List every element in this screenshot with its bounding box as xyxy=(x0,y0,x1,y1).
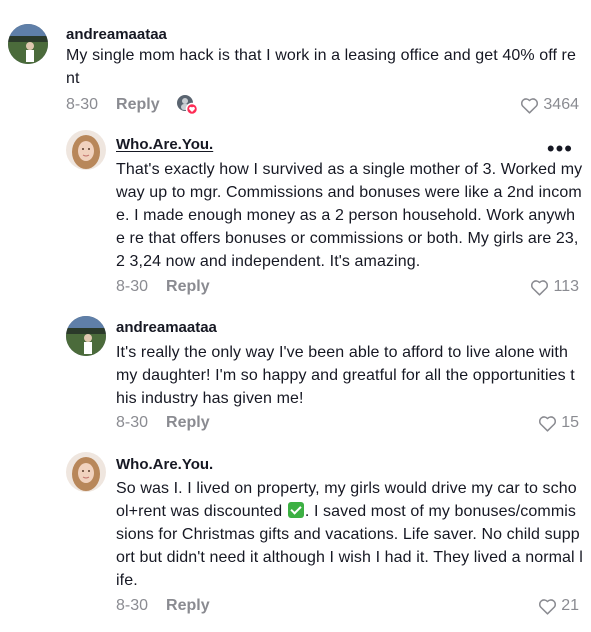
comment-meta: 8-30 Reply xyxy=(116,597,210,615)
comment-date: 8-30 xyxy=(116,278,149,295)
like-button[interactable]: 3464 xyxy=(520,96,579,114)
comment-username[interactable]: andreamaataa xyxy=(116,319,217,337)
creator-liked-icon xyxy=(176,94,199,116)
comment-date: 8-30 xyxy=(66,96,99,113)
comment-text: My single mom hack is that I work in a l… xyxy=(66,47,576,87)
avatar[interactable] xyxy=(66,130,106,170)
more-horizontal-icon[interactable]: ••• xyxy=(547,138,573,160)
like-count: 15 xyxy=(561,414,579,431)
heart-icon xyxy=(539,415,557,432)
avatar[interactable] xyxy=(66,452,106,492)
heart-icon xyxy=(531,279,549,296)
reply-button[interactable]: Reply xyxy=(116,96,160,114)
reply-button[interactable]: Reply xyxy=(166,414,210,432)
like-button[interactable]: 113 xyxy=(530,278,579,296)
like-count: 3464 xyxy=(543,96,579,113)
reply-button[interactable]: Reply xyxy=(166,278,210,296)
comment-text: So was I. I lived on property, my girls … xyxy=(116,477,584,592)
like-button[interactable]: 21 xyxy=(538,597,579,615)
comment-meta: 8-30 Reply xyxy=(66,96,160,114)
like-count: 21 xyxy=(561,597,579,614)
comment-username[interactable]: Who.Are.You. xyxy=(116,456,213,474)
comment-meta: 8-30 Reply xyxy=(116,278,210,296)
heart-icon xyxy=(521,97,539,114)
reply-button[interactable]: Reply xyxy=(166,597,210,615)
check-mark-button-icon xyxy=(287,502,304,518)
like-count: 113 xyxy=(553,278,579,295)
comment-meta: 8-30 Reply xyxy=(116,414,210,432)
comment-date: 8-30 xyxy=(116,414,149,431)
comment-username[interactable]: andreamaataa xyxy=(66,26,167,44)
heart-icon xyxy=(539,598,557,615)
avatar[interactable] xyxy=(66,316,106,356)
comment-text: It's really the only way I've been able … xyxy=(116,344,575,407)
comment-text: That's exactly how I survived as a singl… xyxy=(116,161,583,270)
comment-date: 8-30 xyxy=(116,597,149,614)
like-button[interactable]: 15 xyxy=(538,414,579,432)
comment-username[interactable]: Who.Are.You. xyxy=(116,136,213,154)
avatar[interactable] xyxy=(8,24,48,64)
